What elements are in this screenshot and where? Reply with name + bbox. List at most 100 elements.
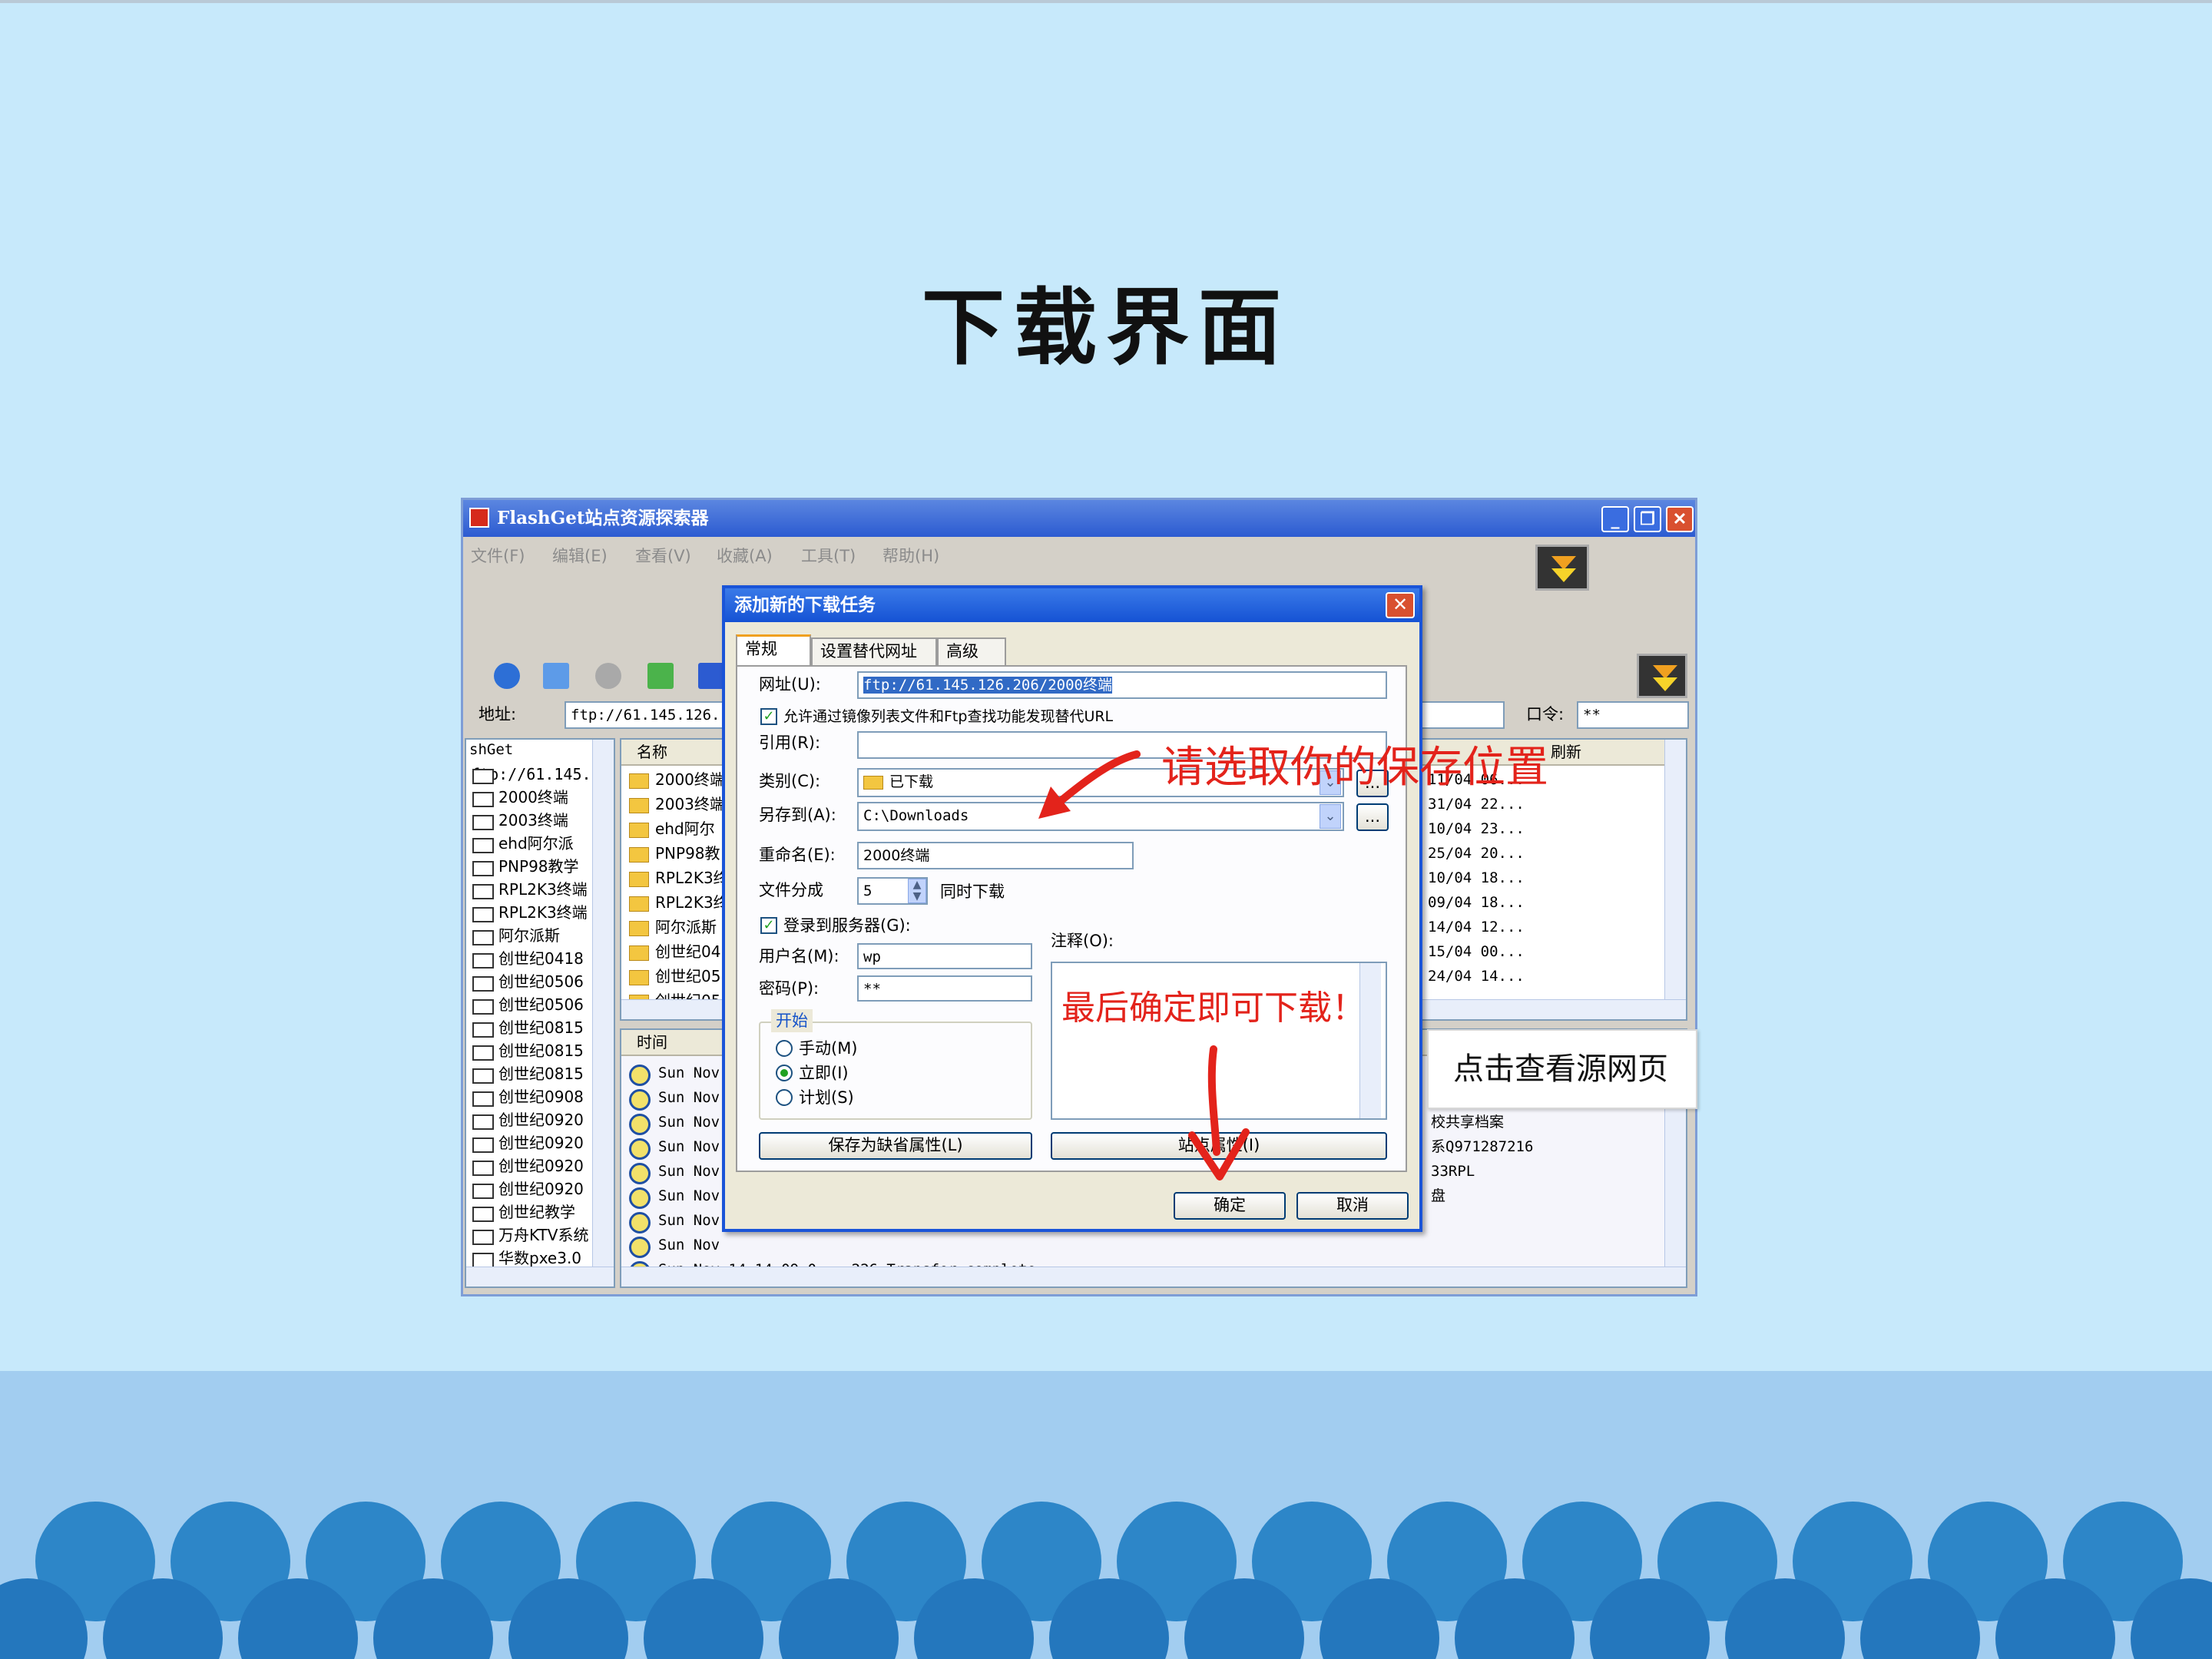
decorative-wave-band — [0, 1371, 2212, 1659]
mirror-label: 允许通过镜像列表文件和Ftp查找功能发现替代URL — [783, 708, 1114, 725]
menu-help[interactable]: 帮助(H) — [882, 544, 939, 567]
tab-advanced[interactable]: 高级 — [937, 637, 1006, 665]
tree-item[interactable]: PNP98教学 — [466, 855, 597, 878]
split-stepper-icon[interactable]: ▲ ▼ — [908, 879, 926, 903]
tab-mirror-url[interactable]: 设置替代网址 — [811, 637, 937, 665]
start-manual-label: 手动(M) — [799, 1039, 858, 1058]
saveto-browse-button[interactable]: ... — [1356, 803, 1389, 831]
start-now-radio[interactable] — [776, 1065, 793, 1081]
start-now-label: 立即(I) — [799, 1064, 849, 1082]
tree-item[interactable]: 创世纪0920 — [466, 1177, 597, 1200]
add-download-dialog: 添加新的下载任务 ✕ 常规 设置替代网址 高级 网址(U): ftp://61.… — [722, 585, 1422, 1232]
restore-button[interactable]: ❐ — [1634, 506, 1661, 532]
tree-item[interactable]: 2000终端 — [466, 786, 597, 809]
log-detail: 校共享档案 — [1431, 1114, 1505, 1131]
list-item[interactable]: ehd阿尔 — [621, 816, 729, 841]
list-item[interactable]: 创世纪04 — [621, 939, 729, 964]
menu-edit[interactable]: 编辑(E) — [552, 544, 608, 567]
log-row[interactable]: Sun Nov — [621, 1233, 1082, 1258]
list-item[interactable]: 2003终端 — [621, 792, 729, 816]
password-input-dialog[interactable]: ** — [857, 975, 1032, 1002]
url-value: ftp://61.145.126.206/2000终端 — [863, 677, 1112, 694]
menu-view[interactable]: 查看(V) — [635, 544, 691, 567]
ok-button[interactable]: 确定 — [1174, 1192, 1286, 1220]
address-input[interactable]: ftp://61.145.126. — [565, 701, 733, 729]
address-input-tail[interactable] — [1419, 701, 1505, 729]
menu-favorites[interactable]: 收藏(A) — [717, 544, 773, 567]
mirror-checkbox[interactable]: ✓ — [760, 708, 777, 725]
list-item[interactable]: 2000终端 — [621, 767, 729, 792]
menu-file[interactable]: 文件(F) — [471, 544, 525, 567]
tree-item[interactable]: 创世纪0815 — [466, 1016, 597, 1039]
column-name[interactable]: 名称 — [637, 743, 667, 761]
window-title: FlashGet站点资源探索器 — [497, 508, 709, 528]
go-icon[interactable] — [543, 663, 569, 689]
start-manual-radio[interactable] — [776, 1040, 793, 1057]
tree-item[interactable]: 创世纪0506 — [466, 970, 597, 993]
view-source-tooltip[interactable]: 点击查看源网页 — [1427, 1029, 1697, 1109]
list-item[interactable]: PNP98教 — [621, 841, 729, 866]
close-window-button[interactable]: ✕ — [1666, 506, 1694, 532]
split-label: 文件分成 — [759, 881, 823, 899]
referer-label: 引用(R): — [759, 733, 821, 752]
username-input[interactable]: wp — [857, 943, 1032, 969]
menu-bar: 文件(F) 编辑(E) 查看(V) 收藏(A) 工具(T) 帮助(H) — [463, 537, 1695, 568]
list-item[interactable]: 阿尔派斯 — [621, 915, 729, 939]
tree-item[interactable]: 创世纪教学 — [466, 1200, 597, 1224]
ie-icon[interactable] — [494, 663, 520, 689]
tree-item[interactable]: 创世纪0908 — [466, 1085, 597, 1108]
folder-tree: shGet ftp://61.145. 2000终端 2003终端 ehd阿尔派… — [465, 738, 615, 1288]
list-item[interactable]: RPL2K3终 — [621, 866, 729, 890]
dialog-titlebar[interactable]: 添加新的下载任务 ✕ — [725, 588, 1419, 622]
tree-item[interactable]: 创世纪0815 — [466, 1039, 597, 1062]
cancel-button[interactable]: 取消 — [1296, 1192, 1409, 1220]
log-hscrollbar[interactable] — [621, 1267, 1686, 1286]
save-default-button[interactable]: 保存为缺省属性(L) — [759, 1132, 1032, 1160]
tree-scrollbar[interactable] — [592, 740, 614, 1268]
view-icon[interactable] — [698, 663, 724, 689]
list-item[interactable]: 创世纪05 — [621, 964, 729, 988]
login-checkbox[interactable]: ✓ — [760, 917, 777, 934]
split-suffix: 同时下载 — [940, 882, 1005, 901]
list-scrollbar[interactable] — [1664, 740, 1686, 1001]
tree-item[interactable]: 万舟KTV系统 — [466, 1224, 597, 1247]
flashget-app-icon — [469, 508, 489, 528]
dialog-close-button[interactable]: ✕ — [1386, 592, 1415, 618]
saveto-dropdown-icon[interactable]: ⌄ — [1320, 804, 1341, 829]
rename-input[interactable]: 2000终端 — [857, 842, 1134, 869]
tree-item[interactable]: 创世纪0418 — [466, 947, 597, 970]
tree-hscrollbar[interactable] — [466, 1267, 614, 1286]
tree-item[interactable]: 创世纪0506 — [466, 993, 597, 1016]
arrow-to-ok-icon — [1188, 1045, 1250, 1181]
window-titlebar[interactable]: FlashGet站点资源探索器 _ ❐ ✕ — [463, 500, 1695, 537]
tree-item[interactable]: 阿尔派斯 — [466, 924, 597, 947]
start-group-label: 开始 — [771, 1009, 813, 1032]
refresh-icon[interactable] — [647, 663, 674, 689]
tree-item[interactable]: 创世纪0920 — [466, 1108, 597, 1131]
url-label: 网址(U): — [759, 675, 821, 694]
column-refresh[interactable]: 刷新 — [1551, 740, 1581, 764]
tree-item[interactable]: RPL2K3终端 — [466, 878, 597, 901]
tree-root[interactable]: ftp://61.145. — [466, 763, 597, 786]
menu-tools[interactable]: 工具(T) — [801, 544, 856, 567]
tree-item[interactable]: 创世纪0920 — [466, 1131, 597, 1154]
minimize-button[interactable]: _ — [1601, 506, 1629, 532]
stop-icon[interactable] — [595, 663, 621, 689]
tab-general[interactable]: 常规 — [736, 634, 811, 667]
url-input[interactable]: ftp://61.145.126.206/2000终端 — [857, 671, 1387, 699]
tree-item[interactable]: RPL2K3终端 — [466, 901, 597, 924]
arrow-to-saveto-icon — [1038, 750, 1141, 819]
password-input[interactable]: ** — [1577, 701, 1689, 729]
list-item[interactable]: RPL2K3终 — [621, 890, 729, 915]
start-schedule-radio[interactable] — [776, 1089, 793, 1106]
start-schedule-label: 计划(S) — [799, 1088, 854, 1107]
top-border — [0, 0, 2212, 3]
comment-label: 注释(O): — [1051, 932, 1114, 950]
tree-item[interactable]: 创世纪0920 — [466, 1154, 597, 1177]
list-date: 10/04 18... — [1428, 869, 1525, 886]
tree-item[interactable]: 创世纪0815 — [466, 1062, 597, 1085]
username-label: 用户名(M): — [759, 947, 839, 965]
tree-item[interactable]: 2003终端 — [466, 809, 597, 832]
login-label: 登录到服务器(G): — [783, 916, 911, 935]
tree-item[interactable]: ehd阿尔派 — [466, 832, 597, 855]
